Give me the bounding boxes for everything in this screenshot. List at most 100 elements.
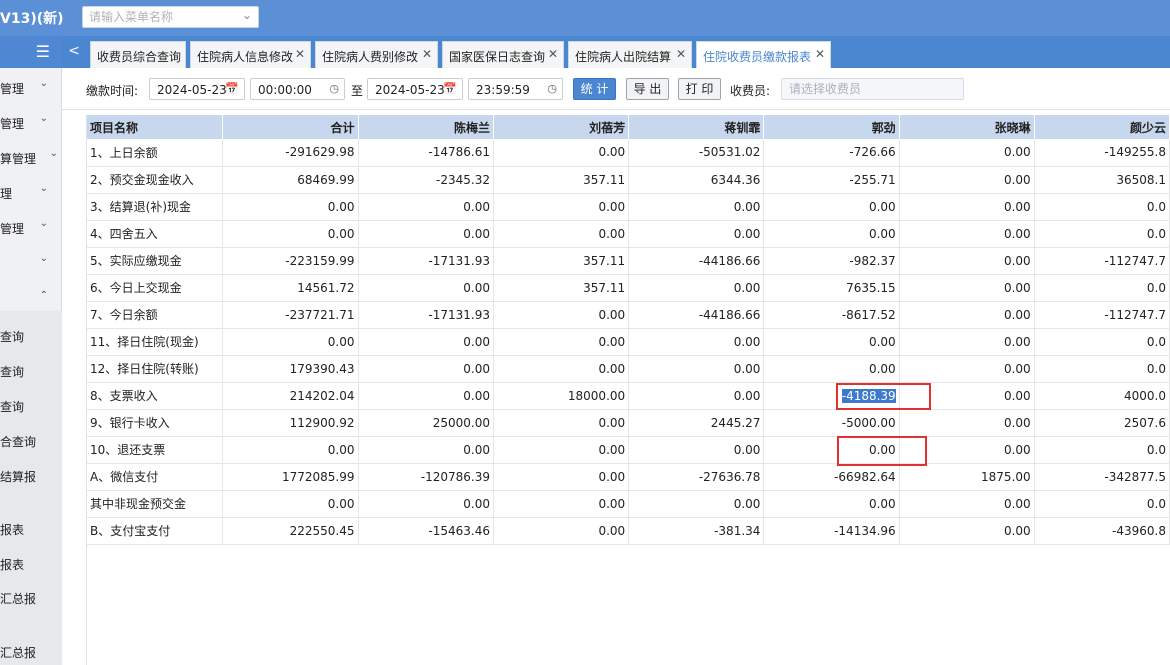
row-label-cell[interactable]: A、微信支付 bbox=[87, 463, 223, 491]
value-cell[interactable]: 0.00 bbox=[493, 517, 630, 545]
table-row[interactable]: 10、退还支票 0.00 0.00 0.00 0.00 0.00 0.00 0.0 bbox=[87, 436, 1170, 464]
tab-cashier-query[interactable]: 收费员综合查询 bbox=[90, 41, 186, 68]
print-button[interactable]: 打 印 bbox=[678, 78, 721, 100]
sidebar-group-expanded[interactable]: ⌃ bbox=[0, 286, 62, 308]
value-cell[interactable]: -14786.61 bbox=[358, 139, 494, 167]
value-cell[interactable]: 0.00 bbox=[493, 436, 630, 464]
value-cell[interactable]: 6344.36 bbox=[628, 166, 765, 194]
sidebar-group[interactable]: ⌄ bbox=[0, 251, 62, 273]
table-row[interactable]: 2、预交金现金收入 68469.99 -2345.32 357.11 6344.36 -2… bbox=[87, 166, 1170, 194]
sidebar-item[interactable]: 汇总报 bbox=[0, 586, 62, 608]
value-cell[interactable]: 0.00 bbox=[493, 463, 630, 491]
value-cell[interactable]: 0.00 bbox=[899, 490, 1035, 518]
value-cell[interactable]: -112747.7 bbox=[1034, 301, 1170, 329]
table-row[interactable]: 6、今日上交现金 14561.72 0.00 357.11 0.00 7635.15 0.0… bbox=[87, 274, 1170, 302]
value-cell[interactable]: 0.00 bbox=[899, 409, 1035, 437]
value-cell[interactable]: 0.00 bbox=[358, 490, 494, 518]
value-cell[interactable]: -982.37 bbox=[763, 247, 900, 275]
value-cell[interactable]: 0.00 bbox=[763, 193, 900, 221]
row-label-cell[interactable]: 3、结算退(补)现金 bbox=[87, 193, 223, 221]
value-cell[interactable]: 0.00 bbox=[899, 139, 1035, 167]
close-icon[interactable]: ✕ bbox=[422, 47, 432, 61]
cashier-select[interactable] bbox=[781, 78, 964, 100]
tab-discharge-settlement[interactable]: 住院病人出院结算 ✕ bbox=[568, 41, 692, 68]
table-row[interactable]: 5、实际应缴现金 -223159.99 -17131.93 357.11 -44186.… bbox=[87, 247, 1170, 275]
stat-button[interactable]: 统 计 bbox=[573, 78, 616, 100]
table-row[interactable]: B、支付宝支付 222550.45 -15463.46 0.00 -381.34 -141… bbox=[87, 517, 1170, 545]
value-cell[interactable]: 0.00 bbox=[899, 355, 1035, 383]
column-header[interactable]: 颜少云 bbox=[1034, 115, 1170, 139]
cashier-input[interactable] bbox=[782, 79, 963, 99]
value-cell[interactable]: 214202.04 bbox=[222, 382, 359, 410]
column-header[interactable]: 蒋钏霏 bbox=[628, 115, 765, 139]
column-header[interactable]: 刘蓓芳 bbox=[493, 115, 630, 139]
row-label-cell[interactable]: 11、择日住院(现金) bbox=[87, 328, 223, 356]
sidebar-group[interactable]: 管理 ⌄ bbox=[0, 76, 62, 98]
chevron-down-icon[interactable]: ⌄ bbox=[242, 8, 252, 22]
value-cell[interactable]: 0.00 bbox=[493, 409, 630, 437]
column-header[interactable]: 项目名称 bbox=[87, 115, 223, 139]
value-cell[interactable]: -8617.52 bbox=[763, 301, 900, 329]
value-cell[interactable]: 0.00 bbox=[493, 490, 630, 518]
column-header[interactable]: 张晓琳 bbox=[899, 115, 1035, 139]
value-cell[interactable]: 0.00 bbox=[628, 193, 765, 221]
value-cell[interactable]: 36508.1 bbox=[1034, 166, 1170, 194]
value-cell[interactable]: 2445.27 bbox=[628, 409, 765, 437]
value-cell[interactable]: 0.00 bbox=[899, 166, 1035, 194]
hamburger-icon[interactable]: ☰ bbox=[36, 42, 50, 61]
value-cell[interactable]: -5000.00 bbox=[763, 409, 900, 437]
sidebar-item[interactable]: 查询 bbox=[0, 394, 62, 416]
value-cell[interactable]: 0.00 bbox=[899, 247, 1035, 275]
value-cell[interactable]: 0.00 bbox=[358, 382, 494, 410]
sidebar-group[interactable]: 管理 ⌄ bbox=[0, 216, 62, 238]
close-icon[interactable]: ✕ bbox=[815, 47, 825, 61]
value-cell[interactable]: -44186.66 bbox=[628, 301, 765, 329]
value-cell[interactable]: 4000.0 bbox=[1034, 382, 1170, 410]
value-cell[interactable]: -112747.7 bbox=[1034, 247, 1170, 275]
value-cell[interactable]: 0.0 bbox=[1034, 328, 1170, 356]
table-row[interactable]: 其中非现金预交金 0.00 0.00 0.00 0.00 0.00 0.00 0.0 bbox=[87, 490, 1170, 518]
value-cell[interactable]: -17131.93 bbox=[358, 301, 494, 329]
row-label-cell[interactable]: 1、上日余额 bbox=[87, 139, 223, 167]
value-cell[interactable]: 0.00 bbox=[628, 220, 765, 248]
value-cell[interactable]: 0.00 bbox=[358, 193, 494, 221]
value-cell[interactable]: 0.00 bbox=[222, 490, 359, 518]
table-row[interactable]: 1、上日余额 -291629.98 -14786.61 0.00 -50531.02 -7… bbox=[87, 139, 1170, 167]
value-cell[interactable]: 222550.45 bbox=[222, 517, 359, 545]
clock-icon[interactable]: ◷ bbox=[547, 82, 557, 95]
row-label-cell[interactable]: 6、今日上交现金 bbox=[87, 274, 223, 302]
start-date-field[interactable]: 2024-05-23 📅 bbox=[149, 78, 245, 100]
back-arrow-icon[interactable]: < bbox=[62, 36, 86, 68]
value-cell[interactable]: 0.00 bbox=[493, 355, 630, 383]
value-cell[interactable]: 1875.00 bbox=[899, 463, 1035, 491]
value-cell[interactable]: 14561.72 bbox=[222, 274, 359, 302]
row-label-cell[interactable]: 4、四舍五入 bbox=[87, 220, 223, 248]
table-row[interactable]: 3、结算退(补)现金 0.00 0.00 0.00 0.00 0.00 0.00 0.0 bbox=[87, 193, 1170, 221]
close-icon[interactable]: ✕ bbox=[548, 47, 558, 61]
value-cell[interactable]: 0.00 bbox=[899, 193, 1035, 221]
value-cell[interactable]: -291629.98 bbox=[222, 139, 359, 167]
sidebar-item[interactable]: 汇总报 bbox=[0, 640, 62, 662]
value-cell[interactable]: 2507.6 bbox=[1034, 409, 1170, 437]
sidebar-group[interactable]: 算管理 ⌄ bbox=[0, 146, 62, 168]
value-cell[interactable]: 0.00 bbox=[358, 220, 494, 248]
value-cell[interactable]: 1772085.99 bbox=[222, 463, 359, 491]
value-cell[interactable]: 0.0 bbox=[1034, 490, 1170, 518]
value-cell[interactable]: 0.00 bbox=[763, 328, 900, 356]
value-cell[interactable]: 0.00 bbox=[358, 355, 494, 383]
close-icon[interactable]: ✕ bbox=[295, 47, 305, 61]
column-header[interactable]: 郭劲 bbox=[763, 115, 900, 139]
menu-search[interactable]: ⌄ bbox=[82, 6, 259, 28]
value-cell[interactable]: 112900.92 bbox=[222, 409, 359, 437]
row-label-cell[interactable]: 8、支票收入 bbox=[87, 382, 223, 410]
value-cell[interactable]: -381.34 bbox=[628, 517, 765, 545]
value-cell[interactable]: 0.00 bbox=[493, 301, 630, 329]
value-cell[interactable]: -726.66 bbox=[763, 139, 900, 167]
value-cell[interactable]: 0.0 bbox=[1034, 436, 1170, 464]
sidebar-group[interactable]: 理 ⌄ bbox=[0, 181, 62, 203]
export-button[interactable]: 导 出 bbox=[626, 78, 669, 100]
value-cell[interactable]: 0.00 bbox=[222, 220, 359, 248]
column-header[interactable]: 陈梅兰 bbox=[358, 115, 494, 139]
value-cell[interactable]: 0.00 bbox=[493, 328, 630, 356]
value-cell[interactable]: 0.00 bbox=[493, 139, 630, 167]
